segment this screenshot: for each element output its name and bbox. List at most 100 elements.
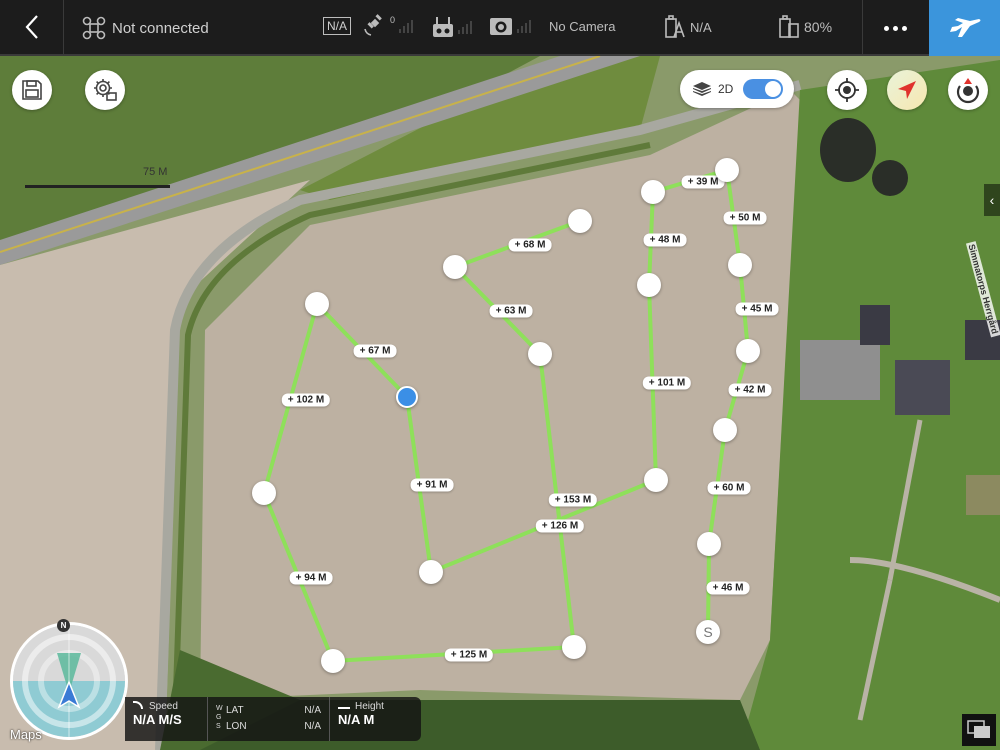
waypoint[interactable] [568,209,592,233]
signal-bars-icon [399,20,414,33]
segment-distance-label[interactable]: + 125 M [444,648,494,662]
satellite-icon [364,14,382,36]
back-button[interactable] [0,0,64,55]
segment-distance-label[interactable]: + 68 M [508,238,552,252]
camera-status: No Camera [489,15,615,37]
view-mode-toggle[interactable]: 2D [680,70,794,108]
segment-distance-label[interactable]: + 42 M [728,383,772,397]
waypoint[interactable] [443,255,467,279]
waypoint[interactable] [321,649,345,673]
map-scale-bar [25,185,170,188]
layers-icon [693,82,711,96]
satellite-map [0,56,1000,750]
segment-distance-label[interactable]: + 102 M [281,393,331,407]
view-mode-switch[interactable] [743,79,784,99]
map-view[interactable]: 75 M 2D ‹ Simmatorps Herrgård + 46 M + 60… [0,56,1000,750]
lat-label: LAT [226,705,244,716]
fly-button[interactable] [929,0,1000,56]
waypoint[interactable] [641,180,665,204]
height-value: N/A M [338,712,375,727]
video-signal-bars-icon [517,20,531,33]
view-mode-label: 2D [718,82,734,96]
waypoint[interactable] [637,273,661,297]
coord-system: WGS [216,705,223,730]
radar-graphic [13,625,125,737]
save-mission-button[interactable] [12,70,52,110]
flight-mode: N/A [323,17,352,35]
waypoint[interactable] [419,560,443,584]
waypoint[interactable] [644,468,668,492]
chevron-left-small-icon: ‹ [989,192,995,208]
segment-distance-label[interactable]: + 48 M [643,233,687,247]
aircraft-battery-value: N/A [690,19,712,35]
aircraft-battery-icon [665,15,685,38]
remote-controller-status [432,15,474,39]
lon-label: LON [226,721,247,732]
segment-distance-label[interactable]: + 63 M [489,304,533,318]
height-label: Height [355,701,384,712]
locate-aircraft-button[interactable] [827,70,867,110]
radar-compass [10,622,128,740]
switch-view-icon [967,720,990,738]
connection-status-text: Not connected [112,19,209,37]
crosshair-icon [835,78,859,102]
mission-settings-button[interactable] [85,70,125,110]
segment-distance-label[interactable]: + 45 M [735,302,779,316]
compass-orientation-button[interactable] [948,70,988,110]
waypoint[interactable] [528,342,552,366]
segment-distance-label[interactable]: + 101 M [642,376,692,390]
telemetry-panel: Speed N/A M/S WGS LAT N/A LON N/A Height N… [125,697,421,741]
camera-status-text: No Camera [549,18,616,34]
segment-distance-label[interactable]: + 67 M [353,344,397,358]
speed-icon [133,701,143,709]
segment-distance-label[interactable]: + 60 M [707,481,751,495]
drone-icon [82,16,106,40]
device-battery: 80% [778,15,832,39]
device-battery-value: 80% [804,19,833,35]
more-button[interactable] [862,0,928,56]
speed-readout: Speed N/A M/S [125,697,208,741]
waypoint[interactable] [305,292,329,316]
north-indicator: N [57,619,70,632]
segment-distance-label[interactable]: + 94 M [289,571,333,585]
segment-distance-label[interactable]: + 91 M [410,478,454,492]
floppy-disk-icon [22,80,42,100]
maps-attribution: Maps [10,727,42,742]
waypoint[interactable] [728,253,752,277]
remote-controller-icon [433,17,453,37]
waypoint[interactable] [562,635,586,659]
device-battery-icon [779,15,799,38]
airplane-icon [949,18,980,37]
waypoint[interactable] [713,418,737,442]
segment-distance-label[interactable]: + 126 M [535,519,585,533]
start-waypoint[interactable]: S [696,620,720,644]
picture-in-picture-button[interactable] [962,714,996,746]
app: Not connected N/A 0 No Camera N/A 80% 75… [0,0,1000,750]
side-panel-toggle[interactable]: ‹ [984,184,1000,216]
waypoint[interactable] [252,481,276,505]
waypoint[interactable] [697,532,721,556]
connection-status[interactable]: Not connected [82,16,209,40]
orientation-icon [956,78,980,104]
segment-distance-label[interactable]: + 46 M [706,581,750,595]
chevron-left-icon [25,15,38,39]
aircraft-battery: N/A [664,15,712,39]
coordinates-readout: WGS LAT N/A LON N/A [208,697,330,741]
segment-distance-label[interactable]: + 153 M [548,493,598,507]
waypoint[interactable] [736,339,760,363]
top-status-bar: Not connected N/A 0 No Camera N/A 80% [0,0,1000,56]
segment-distance-label[interactable]: + 50 M [723,211,767,225]
speed-label: Speed [149,701,178,712]
lat-value: N/A [304,705,321,716]
map-scale-label: 75 M [143,166,168,178]
map-style-button[interactable] [887,70,927,110]
takeoff-icon [338,703,350,709]
height-readout: Height N/A M [330,697,421,741]
flight-mode-value: N/A [323,17,352,35]
camera-icon [490,18,512,35]
waypoint[interactable] [715,158,739,182]
lon-value: N/A [304,721,321,732]
rc-signal-bars-icon [458,21,472,34]
gear-icon [94,79,117,101]
selected-waypoint[interactable] [396,386,418,408]
